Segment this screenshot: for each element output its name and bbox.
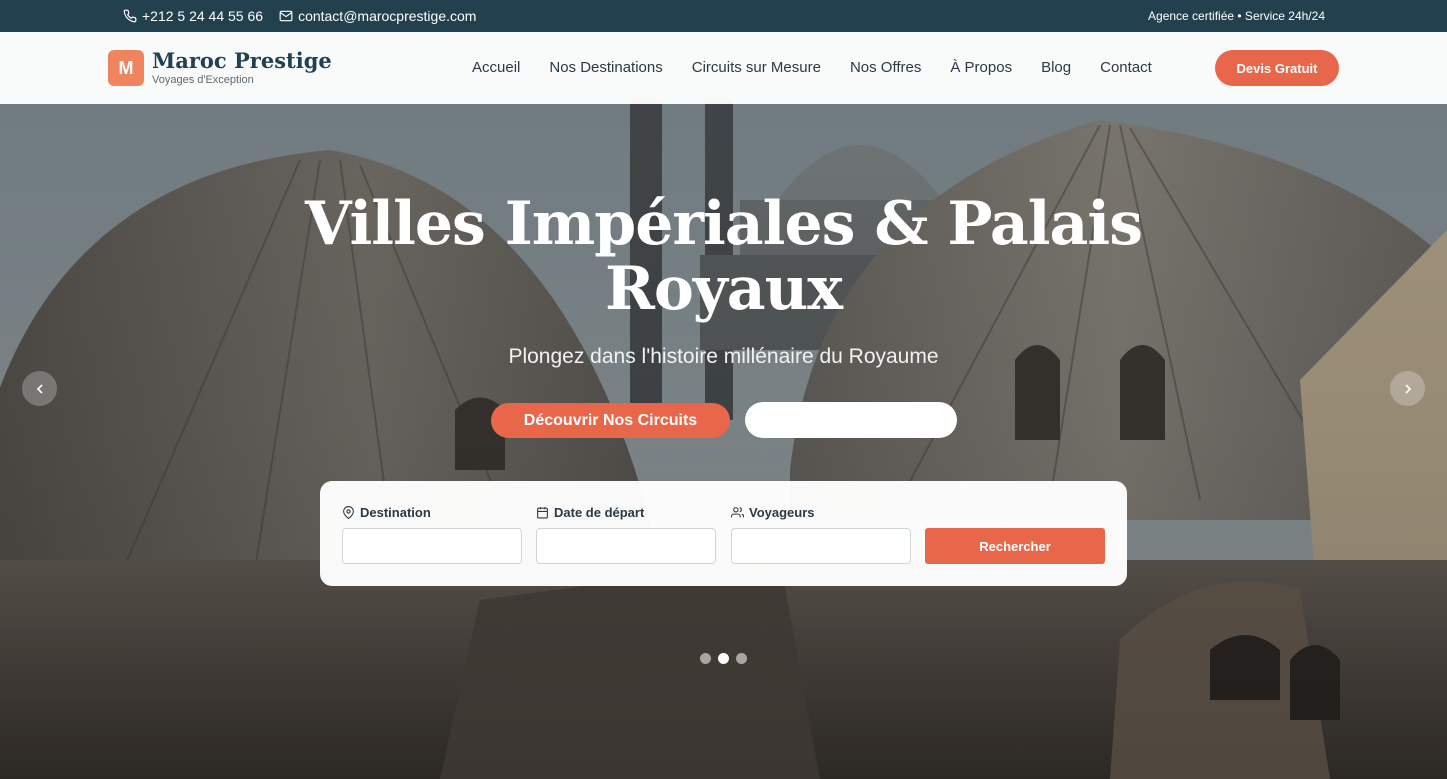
nav-circuits[interactable]: Circuits sur Mesure bbox=[692, 59, 821, 76]
destination-field-group: Destination bbox=[342, 503, 522, 564]
slider-next-button[interactable] bbox=[1390, 371, 1425, 406]
date-label: Date de départ bbox=[554, 504, 645, 520]
phone-icon bbox=[123, 9, 137, 23]
discover-circuits-button[interactable]: Découvrir Nos Circuits bbox=[491, 403, 730, 438]
slider-dot-3[interactable] bbox=[736, 653, 747, 664]
mail-icon bbox=[279, 10, 293, 22]
topbar-tagline: Agence certifiée • Service 24h/24 bbox=[1148, 9, 1325, 23]
topbar-phone[interactable]: +212 5 24 44 55 66 bbox=[123, 8, 263, 24]
hero-title-line1: Villes Impériales & Palais bbox=[305, 189, 1143, 259]
date-input[interactable] bbox=[536, 528, 716, 564]
users-icon bbox=[731, 506, 744, 517]
slider-dots bbox=[700, 653, 747, 664]
date-field-group: Date de départ bbox=[536, 503, 716, 564]
chevron-left-icon bbox=[36, 383, 43, 394]
hero-title-line2: Royaux bbox=[604, 254, 843, 324]
main-nav: Accueil Nos Destinations Circuits sur Me… bbox=[472, 59, 1181, 76]
nav-destinations[interactable]: Nos Destinations bbox=[549, 59, 662, 76]
search-panel: Destination Date de départ Voyageurs Rec… bbox=[320, 481, 1127, 586]
nav-offres[interactable]: Nos Offres bbox=[850, 59, 921, 76]
logo[interactable]: M Maroc Prestige Voyages d'Exception bbox=[108, 50, 332, 86]
logo-mark: M bbox=[108, 50, 144, 86]
brand-name: Maroc Prestige bbox=[152, 48, 332, 73]
travelers-field-group: Voyageurs bbox=[731, 503, 911, 564]
hero-subtitle: Plongez dans l'histoire millénaire du Ro… bbox=[508, 345, 939, 368]
email-address: contact@marocprestige.com bbox=[298, 8, 477, 24]
travelers-label: Voyageurs bbox=[749, 504, 815, 520]
nav-blog[interactable]: Blog bbox=[1041, 59, 1071, 76]
brand-tagline: Voyages d'Exception bbox=[152, 74, 254, 86]
nav-a-propos[interactable]: À Propos bbox=[950, 59, 1012, 76]
top-bar: +212 5 24 44 55 66 contact@marocprestige… bbox=[0, 0, 1447, 32]
chevron-right-icon bbox=[1404, 383, 1411, 394]
nav-accueil[interactable]: Accueil bbox=[472, 59, 520, 76]
secondary-hero-button[interactable] bbox=[745, 402, 957, 438]
destination-label: Destination bbox=[360, 504, 431, 520]
search-submit-button[interactable]: Rechercher bbox=[925, 528, 1105, 564]
slider-dot-1[interactable] bbox=[700, 653, 711, 664]
slider-dot-2[interactable] bbox=[718, 653, 729, 664]
phone-number: +212 5 24 44 55 66 bbox=[142, 8, 264, 24]
devis-gratuit-button[interactable]: Devis Gratuit bbox=[1215, 50, 1339, 86]
map-pin-icon bbox=[343, 505, 354, 519]
hero-title: Villes Impériales & Palais Royaux bbox=[0, 192, 1447, 322]
destination-input[interactable] bbox=[342, 528, 522, 564]
nav-contact[interactable]: Contact bbox=[1100, 59, 1152, 76]
main-header: M Maroc Prestige Voyages d'Exception Acc… bbox=[0, 32, 1447, 104]
travelers-input[interactable] bbox=[731, 528, 911, 564]
slider-prev-button[interactable] bbox=[22, 371, 57, 406]
calendar-icon bbox=[537, 506, 548, 518]
topbar-email[interactable]: contact@marocprestige.com bbox=[279, 8, 476, 24]
